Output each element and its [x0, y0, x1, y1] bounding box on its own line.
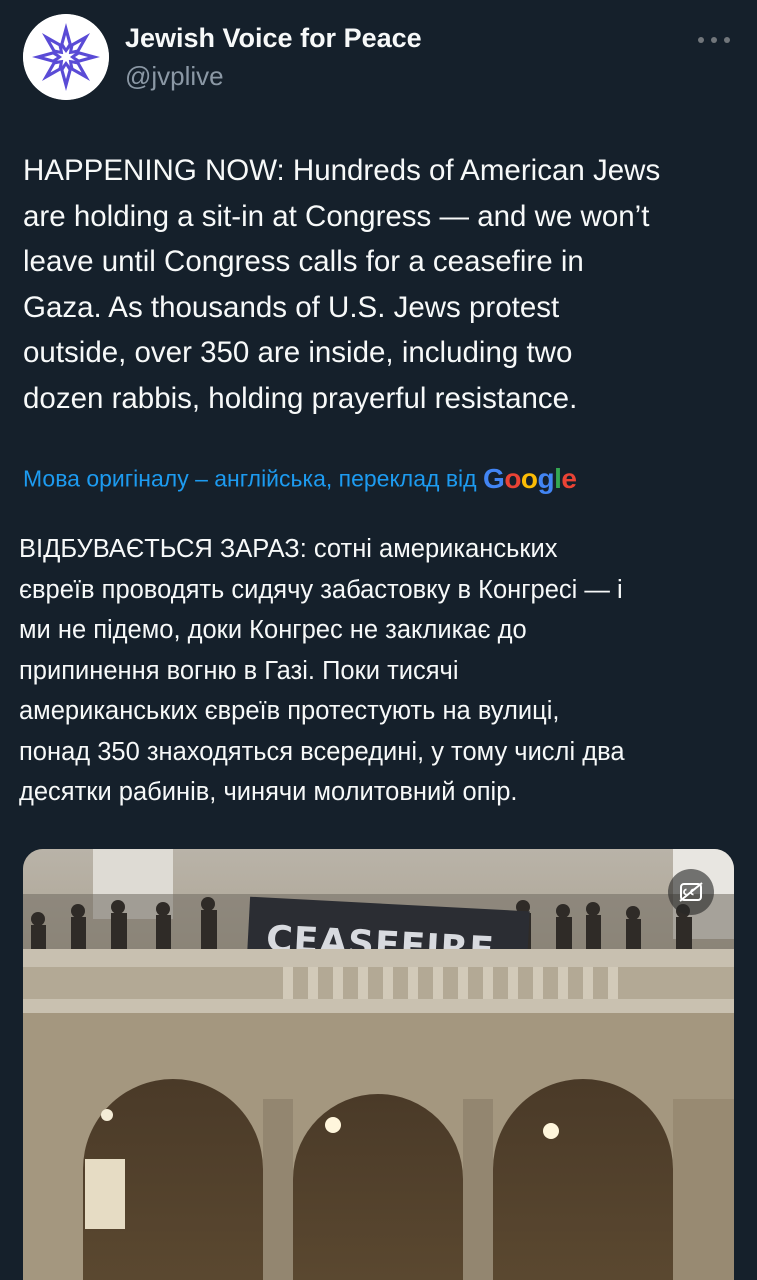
tweet-media-video[interactable]: CEASEFIRE.	[23, 849, 734, 1280]
eight-point-star-logo-icon	[23, 14, 109, 100]
more-dot	[698, 37, 704, 43]
tweet-container: Jewish Voice for Peace @jvplive HAPPENIN…	[0, 0, 757, 1280]
closed-captions-off-icon[interactable]	[668, 869, 714, 915]
translation-attribution[interactable]: Мова оригіналу – англійська, переклад ві…	[23, 463, 735, 503]
tweet-text-original: HAPPENING NOW: Hundreds of American Jews…	[23, 154, 661, 415]
translation-label[interactable]: Мова оригіналу – англійська, переклад ві…	[23, 466, 477, 492]
google-logo: Google	[483, 463, 577, 494]
more-dot	[724, 37, 730, 43]
author-handle[interactable]: @jvplive	[125, 61, 224, 92]
tweet-text-translated: ВІДБУВАЄТЬСЯ ЗАРАЗ: сотні американських …	[19, 535, 625, 806]
avatar[interactable]	[23, 14, 109, 100]
more-horizontal-icon[interactable]	[695, 32, 735, 46]
author-name[interactable]: Jewish Voice for Peace	[125, 23, 422, 54]
tweet-header: Jewish Voice for Peace @jvplive	[23, 14, 735, 100]
more-dot	[711, 37, 717, 43]
video-thumbnail: CEASEFIRE.	[23, 849, 734, 1280]
